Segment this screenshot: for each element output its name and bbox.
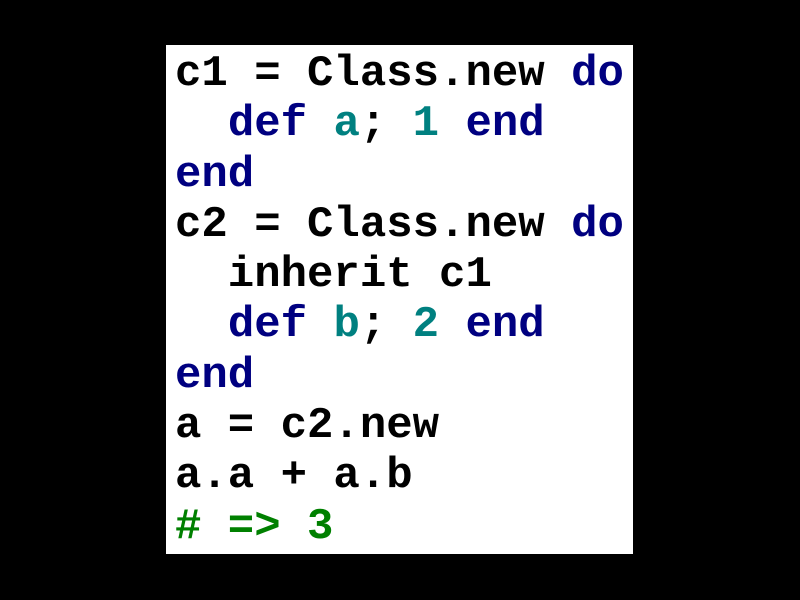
- code-line: def b; 2 end: [175, 300, 633, 350]
- keyword-token: end: [175, 350, 255, 401]
- code-line: a.a + a.b: [175, 451, 633, 501]
- code-text: c1 = Class.new: [175, 49, 572, 99]
- code-line: c2 = Class.new do: [175, 200, 633, 250]
- keyword-token: end: [175, 149, 255, 200]
- number-token: 1: [412, 99, 440, 150]
- code-text: a.a + a.b: [175, 451, 413, 502]
- code-text: ;: [359, 300, 413, 351]
- code-text: inherit c1: [175, 250, 492, 301]
- code-line: # => 3: [175, 502, 633, 552]
- code-line: inherit c1: [175, 250, 633, 300]
- keyword-token: do: [571, 49, 624, 99]
- code-text: c2 = Class.new: [175, 199, 572, 250]
- keyword-token: def: [227, 99, 308, 150]
- number-token: 2: [412, 300, 440, 351]
- keyword-token: end: [465, 99, 545, 150]
- code-line: end: [175, 150, 633, 200]
- code-line: end: [175, 351, 633, 401]
- code-block: c1 = Class.new do def a; 1 end end c2 = Cl…: [166, 45, 633, 554]
- keyword-token: def: [227, 300, 308, 351]
- comment-token: # => 3: [175, 501, 334, 552]
- identifier-token: a: [333, 99, 360, 150]
- stage: c1 = Class.new do def a; 1 end end c2 = Cl…: [0, 0, 800, 600]
- code-line: def a; 1 end: [175, 99, 633, 149]
- identifier-token: b: [333, 300, 360, 351]
- code-text: ;: [359, 99, 413, 150]
- code-text: a = c2.new: [175, 401, 440, 452]
- code-line: c1 = Class.new do: [175, 49, 633, 99]
- code-line: a = c2.new: [175, 401, 633, 451]
- keyword-token: end: [465, 300, 545, 351]
- keyword-token: do: [571, 199, 624, 250]
